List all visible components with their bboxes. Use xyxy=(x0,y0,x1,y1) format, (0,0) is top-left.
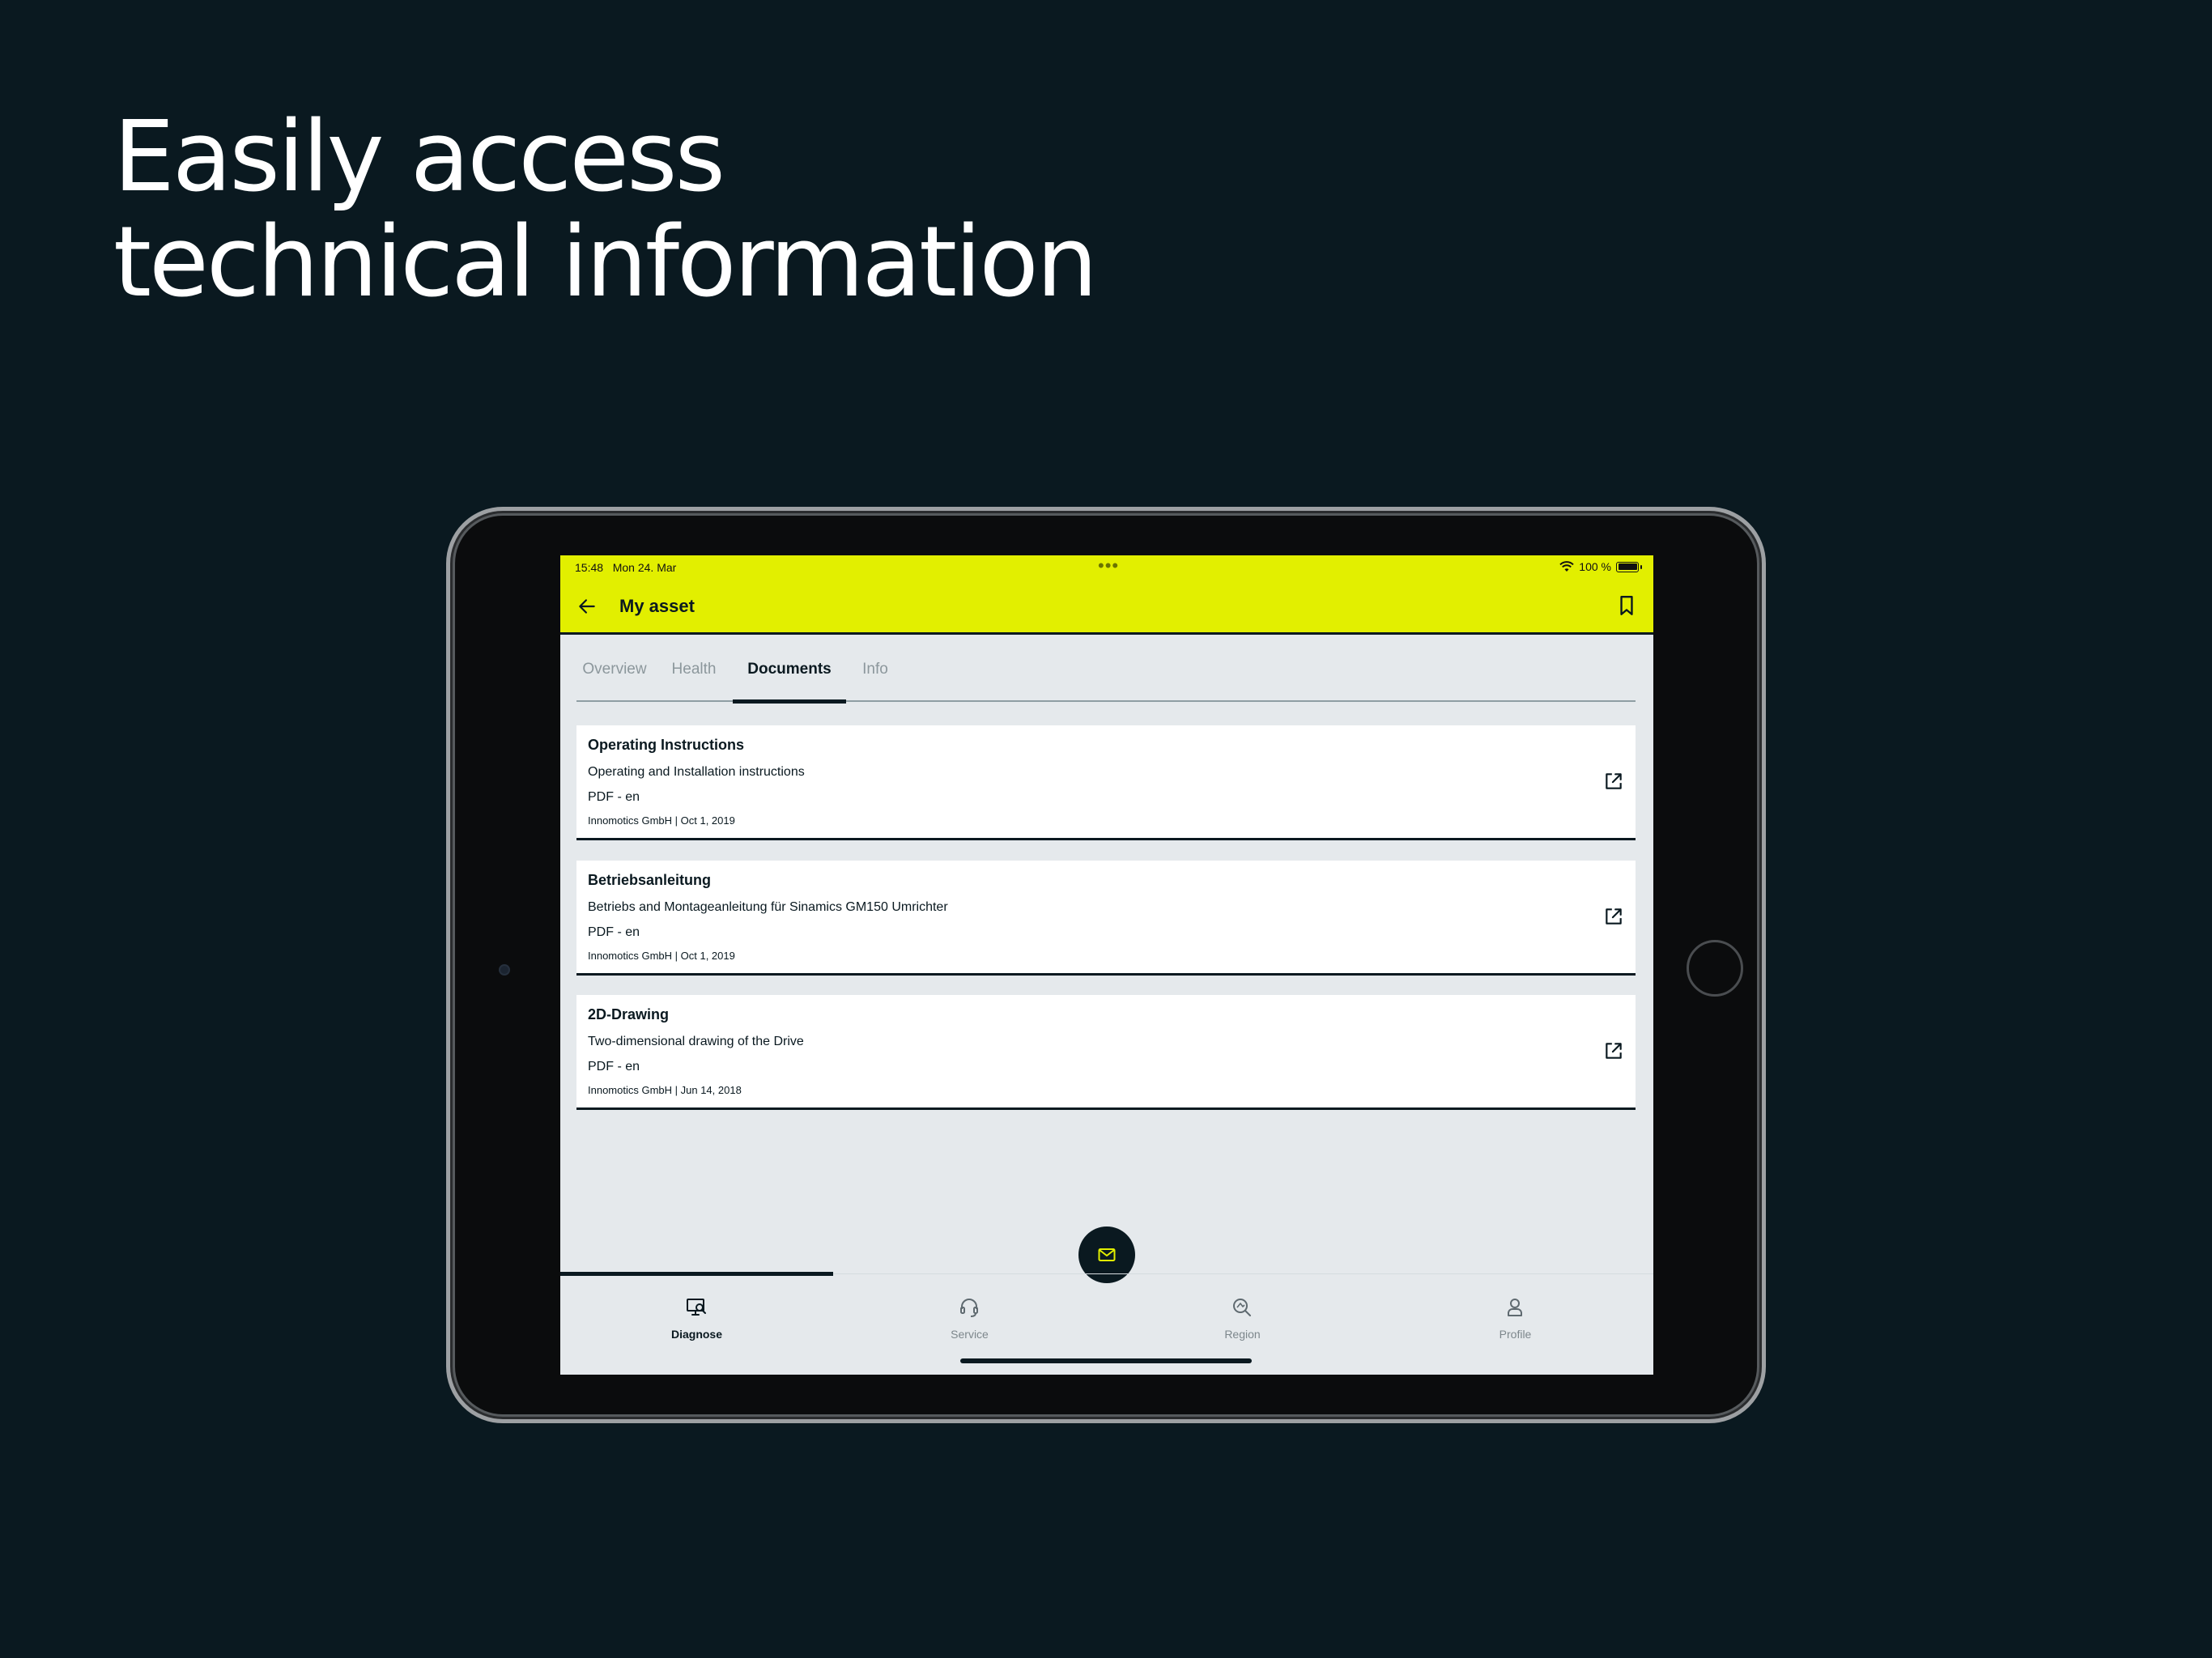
nav-label-region: Region xyxy=(1224,1328,1261,1341)
region-search-icon xyxy=(1233,1299,1251,1316)
multitask-dots-icon[interactable]: ••• xyxy=(1098,555,1119,576)
tab-overview-label: Overview xyxy=(582,661,647,678)
nav-item-service[interactable]: Service xyxy=(833,1274,1106,1355)
document-title: Operating Instructions xyxy=(588,737,745,753)
open-external-icon[interactable] xyxy=(1603,1040,1624,1061)
document-format: PDF - en xyxy=(588,790,640,804)
tab-health-label: Health xyxy=(671,661,717,678)
tab-info[interactable]: Info xyxy=(858,637,892,702)
nav-item-profile[interactable]: Profile xyxy=(1379,1274,1652,1355)
app-screen: 15:48 Mon 24. Mar ••• 100 % My asset Ove… xyxy=(560,555,1653,1375)
document-card[interactable]: 2D-Drawing Two-dimensional drawing of th… xyxy=(576,995,1636,1110)
headline-line-1: Easily access xyxy=(113,101,725,214)
mail-icon xyxy=(1098,1248,1116,1261)
status-time: 15:48 Mon 24. Mar xyxy=(575,561,676,574)
app-bar: My asset xyxy=(560,578,1653,635)
document-description: Operating and Installation instructions xyxy=(588,765,805,779)
home-indicator[interactable] xyxy=(960,1358,1252,1363)
wifi-icon xyxy=(1559,561,1574,572)
document-description: Two-dimensional drawing of the Drive xyxy=(588,1035,804,1048)
marketing-headline: Easily access technical information xyxy=(113,101,1098,319)
document-meta: Innomotics GmbH | Oct 1, 2019 xyxy=(588,814,735,827)
back-arrow-icon[interactable] xyxy=(576,596,598,617)
document-card[interactable]: Betriebsanleitung Betriebs and Montagean… xyxy=(576,861,1636,976)
document-description: Betriebs and Montageanleitung für Sinami… xyxy=(588,900,948,914)
diagnose-icon xyxy=(687,1299,706,1316)
document-card[interactable]: Operating Instructions Operating and Ins… xyxy=(576,725,1636,840)
nav-label-service: Service xyxy=(951,1328,989,1341)
open-external-icon[interactable] xyxy=(1603,906,1624,927)
battery-percent: 100 % xyxy=(1579,560,1611,573)
document-meta: Innomotics GmbH | Jun 14, 2018 xyxy=(588,1084,742,1096)
tablet-frame: 15:48 Mon 24. Mar ••• 100 % My asset Ove… xyxy=(446,507,1766,1423)
open-external-icon[interactable] xyxy=(1603,771,1624,792)
document-title: 2D-Drawing xyxy=(588,1006,670,1022)
nav-label-diagnose: Diagnose xyxy=(670,1328,722,1341)
document-format: PDF - en xyxy=(588,1060,640,1073)
bookmark-icon[interactable] xyxy=(1616,594,1637,617)
status-indicators: 100 % xyxy=(1559,560,1642,573)
profile-icon xyxy=(1508,1299,1522,1316)
document-meta: Innomotics GmbH | Oct 1, 2019 xyxy=(588,950,735,962)
headset-icon xyxy=(960,1299,978,1317)
tab-overview[interactable]: Overview xyxy=(576,637,653,702)
status-clock: 15:48 xyxy=(575,561,604,574)
document-format: PDF - en xyxy=(588,925,640,939)
nav-item-region[interactable]: Region xyxy=(1106,1274,1379,1355)
battery-icon xyxy=(1616,561,1642,572)
tab-health[interactable]: Health xyxy=(666,637,722,702)
status-date: Mon 24. Mar xyxy=(612,561,677,574)
document-title: Betriebsanleitung xyxy=(588,872,712,888)
nav-item-diagnose[interactable]: Diagnose xyxy=(560,1274,833,1355)
tab-info-label: Info xyxy=(862,661,888,678)
nav-label-profile: Profile xyxy=(1499,1328,1532,1341)
headline-line-2: technical information xyxy=(113,206,1098,319)
home-button[interactable] xyxy=(1687,940,1743,997)
camera-icon xyxy=(499,964,510,976)
tab-documents[interactable]: Documents xyxy=(733,637,846,704)
tab-bar: Overview Health Documents Info xyxy=(576,637,1636,704)
page-title: My asset xyxy=(619,596,695,616)
status-bar: 15:48 Mon 24. Mar ••• 100 % xyxy=(560,555,1653,578)
tab-documents-label: Documents xyxy=(747,661,832,678)
